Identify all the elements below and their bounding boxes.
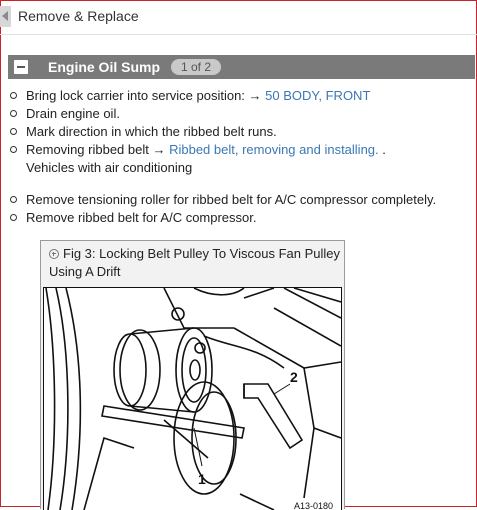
figure-part-number: A13-0180: [294, 501, 333, 510]
back-arrow-icon[interactable]: [0, 6, 11, 27]
bullet-icon: [10, 214, 17, 221]
callout-2: 2: [290, 369, 298, 385]
link-50-body-front[interactable]: 50 BODY, FRONT: [265, 88, 370, 103]
bullet-icon: [10, 92, 17, 99]
bullet-icon: [10, 146, 17, 153]
procedure-steps-list-2: Remove tensioning roller for ribbed belt…: [0, 191, 436, 227]
list-item: Remove tensioning roller for ribbed belt…: [0, 191, 436, 209]
list-item: Removing ribbed belt → Ribbed belt, remo…: [0, 141, 386, 177]
list-item: Remove ribbed belt for A/C compressor.: [0, 209, 436, 227]
zoom-in-icon[interactable]: [49, 249, 59, 259]
page-count-badge: 1 of 2: [171, 59, 222, 75]
list-item: Drain engine oil.: [0, 105, 386, 123]
bullet-icon: [10, 196, 17, 203]
collapse-minus-icon[interactable]: [14, 60, 28, 74]
pulley-drawing: 1 2 A13-0180: [45, 288, 341, 510]
figure-illustration[interactable]: 1 2 A13-0180: [43, 287, 342, 510]
section-title: Engine Oil Sump: [48, 59, 161, 75]
nav-title: Remove & Replace: [18, 8, 139, 24]
list-item: Mark direction in which the ribbed belt …: [0, 123, 386, 141]
top-nav-bar: Remove & Replace: [0, 0, 477, 34]
nav-divider: [0, 34, 477, 35]
list-item: Bring lock carrier into service position…: [0, 87, 386, 105]
section-header[interactable]: Engine Oil Sump 1 of 2: [8, 55, 475, 79]
procedure-steps-list: Bring lock carrier into service position…: [0, 87, 386, 177]
link-ribbed-belt[interactable]: Ribbed belt, removing and installing.: [169, 142, 379, 157]
figure-caption[interactable]: Fig 3: Locking Belt Pulley To Viscous Fa…: [49, 245, 341, 281]
bullet-icon: [10, 110, 17, 117]
figure-panel: Fig 3: Locking Belt Pulley To Viscous Fa…: [40, 240, 345, 510]
callout-1: 1: [198, 471, 206, 487]
bullet-icon: [10, 128, 17, 135]
